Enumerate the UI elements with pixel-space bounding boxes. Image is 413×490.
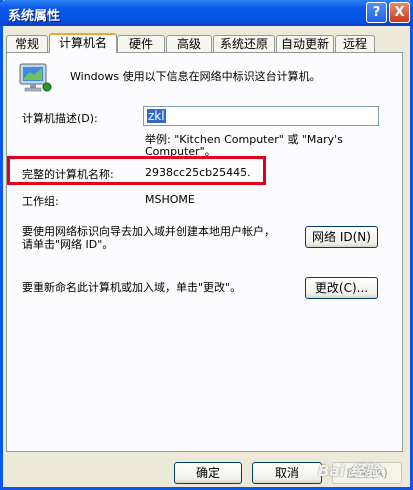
tab-remote[interactable]: 远程 xyxy=(335,35,375,52)
close-button[interactable]: X xyxy=(389,2,410,23)
tab-automatic-updates[interactable]: 自动更新 xyxy=(276,35,334,52)
title-bar[interactable]: 系统属性 ? X xyxy=(0,0,413,26)
cancel-button[interactable]: 取消 xyxy=(252,462,322,484)
rename-text: 要重新命名此计算机或加入域，单击"更改"。 xyxy=(22,281,242,294)
tab-general[interactable]: 常规 xyxy=(6,35,48,52)
description-value: zkl xyxy=(147,109,166,123)
ok-button[interactable]: 确定 xyxy=(174,462,242,484)
tab-system-restore[interactable]: 系统还原 xyxy=(213,35,275,52)
description-label: 计算机描述(D): xyxy=(22,112,98,125)
computer-network-icon xyxy=(19,63,52,92)
window-title: 系统属性 xyxy=(8,9,61,24)
description-example: 举例: "Kitchen Computer" 或 "Mary's Compute… xyxy=(145,133,343,158)
workgroup-label: 工作组: xyxy=(22,195,59,208)
tab-advanced[interactable]: 高级 xyxy=(166,35,212,52)
tab-computer-name[interactable]: 计算机名 xyxy=(49,33,117,53)
description-input[interactable]: zkl xyxy=(143,106,379,126)
highlight-box xyxy=(7,156,266,185)
workgroup-value: MSHOME xyxy=(145,193,195,206)
network-id-text: 要使用网络标识向导去加入域并创建本地用户帐户，请单击"网络 ID"。 xyxy=(22,225,275,251)
tab-strip: 常规 计算机名 硬件 高级 系统还原 自动更新 远程 xyxy=(4,33,404,53)
tab-hardware[interactable]: 硬件 xyxy=(117,35,165,52)
watermark: Bai 经验 xyxy=(318,462,380,480)
intro-text: Windows 使用以下信息在网络中标识这台计算机。 xyxy=(70,70,321,83)
change-button[interactable]: 更改(C)... xyxy=(305,277,378,299)
network-id-button[interactable]: 网络 ID(N) xyxy=(305,226,378,248)
help-button[interactable]: ? xyxy=(366,2,387,23)
